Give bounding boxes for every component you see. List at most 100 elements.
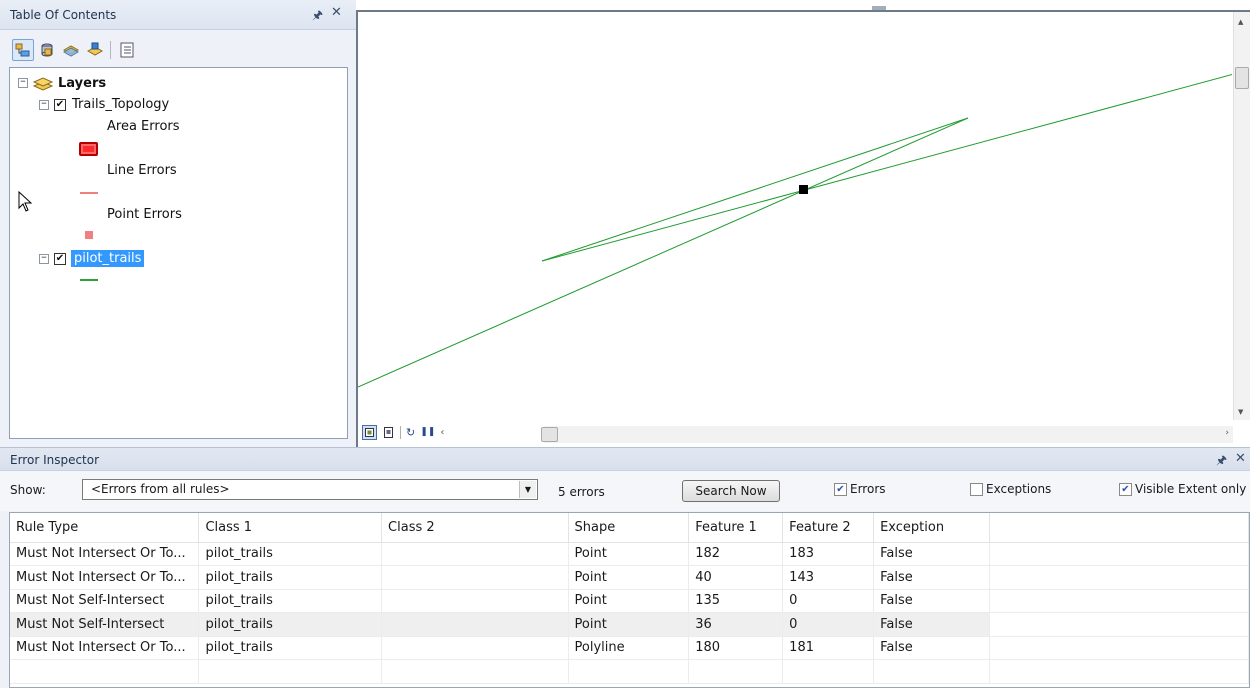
close-icon[interactable]: ✕ [331, 5, 342, 20]
collapse-icon[interactable]: − [39, 253, 49, 264]
cell-feature-1: 182 [688, 542, 784, 566]
horizontal-scroll-thumb[interactable] [541, 427, 558, 442]
layer-visibility-checkbox[interactable]: ✔ [54, 98, 66, 111]
show-rule-value: <Errors from all rules> [91, 482, 230, 496]
error-point-marker[interactable] [799, 185, 808, 194]
toc-title: Table Of Contents [10, 8, 117, 22]
vertical-scroll-thumb[interactable] [1235, 67, 1249, 89]
error-table[interactable]: Rule Type Class 1 Class 2 Shape Feature … [9, 512, 1250, 688]
cell-rule-type: Must Not Self-Intersect [10, 612, 200, 637]
cell-rule-type: Must Not Intersect Or To... [10, 565, 200, 590]
toolbar-separator [400, 425, 401, 439]
chevron-down-icon[interactable]: ▼ [519, 481, 536, 498]
exceptions-toggle[interactable]: Exceptions [970, 482, 1051, 496]
show-rule-select[interactable]: <Errors from all rules> ▼ [82, 479, 538, 500]
toc-toolbar [9, 36, 354, 66]
cell-feature-2: 181 [782, 636, 875, 660]
column-header-shape[interactable]: Shape [568, 513, 690, 543]
cell-class-2 [381, 636, 569, 660]
cell-feature-2: 0 [782, 589, 875, 613]
cell-class-2 [381, 542, 569, 566]
line-error-symbol [80, 192, 98, 194]
cell-exception: False [873, 542, 990, 566]
trail-line[interactable] [358, 117, 969, 388]
table-row-empty [10, 659, 1250, 684]
table-row[interactable]: Must Not Self-Intersect pilot_trails Poi… [10, 589, 1250, 613]
column-header-feature-2[interactable]: Feature 2 [782, 513, 875, 543]
data-view-icon[interactable] [362, 424, 377, 440]
layer-visibility-checkbox[interactable]: ✔ [54, 252, 66, 265]
collapse-icon[interactable]: − [18, 78, 28, 88]
table-row[interactable]: Must Not Intersect Or To... pilot_trails… [10, 565, 1250, 590]
tree-item-pilot-trails[interactable]: − ✔ pilot_trails [39, 250, 145, 267]
pause-icon[interactable]: ❚❚ [420, 427, 435, 437]
options-icon[interactable] [116, 39, 138, 61]
show-label: Show: [10, 483, 46, 497]
cell-rule-type: Must Not Intersect Or To... [10, 636, 200, 660]
error-inspector-title-bar: Error Inspector 🖈︎ ✕ [0, 447, 1250, 471]
pin-icon[interactable]: 🖈︎ [312, 6, 323, 27]
map-canvas[interactable] [358, 12, 1232, 420]
cell-exception: False [873, 589, 990, 613]
table-row[interactable]: Must Not Self-Intersect pilot_trails Poi… [10, 612, 1250, 637]
tree-item-layers[interactable]: − Layers [18, 75, 106, 91]
horizontal-scrollbar[interactable]: › [541, 426, 1233, 443]
collapse-icon[interactable]: − [39, 99, 49, 110]
area-errors-label: Area Errors [107, 119, 180, 134]
column-header-feature-1[interactable]: Feature 1 [688, 513, 784, 543]
cell-class-1: pilot_trails [198, 542, 383, 566]
list-by-drawing-order-icon[interactable] [12, 39, 34, 61]
errors-label: Errors [850, 482, 886, 496]
visible-extent-label: Visible Extent only [1135, 482, 1247, 496]
list-by-source-icon[interactable] [36, 39, 58, 61]
visible-extent-toggle[interactable]: ✔ Visible Extent only [1119, 482, 1246, 496]
error-inspector-title: Error Inspector [10, 453, 100, 467]
list-by-visibility-icon[interactable] [60, 39, 82, 61]
layout-view-icon[interactable] [382, 426, 395, 439]
toolbar-separator [110, 41, 111, 59]
scroll-down-icon[interactable]: ▼ [1238, 408, 1243, 416]
point-error-symbol [85, 231, 93, 239]
column-header-rule-type[interactable]: Rule Type [10, 513, 200, 543]
cell-class-2 [381, 589, 569, 613]
cell-rule-type: Must Not Self-Intersect [10, 589, 200, 613]
trail-line[interactable] [541, 74, 1232, 262]
search-now-button[interactable]: Search Now [682, 480, 780, 502]
map-view[interactable]: ▲ ▼ ↻ ❚❚ ‹ › [356, 10, 1250, 447]
exceptions-checkbox[interactable] [970, 482, 983, 496]
table-row[interactable]: Must Not Intersect Or To... pilot_trails… [10, 542, 1250, 566]
column-header-empty [989, 513, 1250, 543]
point-errors-label: Point Errors [107, 207, 182, 222]
scroll-left-icon[interactable]: ‹ [440, 427, 444, 438]
close-icon[interactable]: ✕ [1235, 451, 1246, 466]
column-header-exception[interactable]: Exception [873, 513, 990, 543]
cell-empty [989, 612, 1250, 637]
cell-feature-1: 180 [688, 636, 784, 660]
cell-empty [989, 542, 1250, 566]
errors-checkbox[interactable]: ✔ [834, 482, 847, 496]
map-view-toolbar: ↻ ❚❚ ‹ [362, 423, 542, 441]
list-by-selection-icon[interactable] [84, 39, 106, 61]
cell-empty [989, 565, 1250, 590]
vertical-scrollbar[interactable]: ▲ ▼ [1233, 12, 1250, 420]
visible-extent-checkbox[interactable]: ✔ [1119, 482, 1132, 496]
table-row[interactable]: Must Not Intersect Or To... pilot_trails… [10, 636, 1250, 660]
refresh-icon[interactable]: ↻ [406, 426, 415, 439]
cell-class-2 [381, 612, 569, 637]
line-errors-label: Line Errors [107, 163, 177, 178]
scroll-up-icon[interactable]: ▲ [1238, 18, 1243, 26]
layers-icon [33, 77, 53, 91]
column-header-class-1[interactable]: Class 1 [198, 513, 383, 543]
column-header-class-2[interactable]: Class 2 [381, 513, 569, 543]
cell-empty [989, 636, 1250, 660]
tree-item-trails-topology[interactable]: − ✔ Trails_Topology [39, 97, 169, 112]
cell-shape: Point [568, 589, 690, 613]
trail-line[interactable] [541, 117, 969, 262]
cell-feature-2: 0 [782, 612, 875, 637]
errors-toggle[interactable]: ✔ Errors [834, 482, 886, 496]
cell-rule-type: Must Not Intersect Or To... [10, 542, 200, 566]
cell-feature-1: 135 [688, 589, 784, 613]
splitter-grip[interactable] [872, 6, 886, 10]
scroll-right-icon[interactable]: › [1225, 428, 1229, 438]
pin-icon[interactable]: 🖈︎ [1216, 451, 1227, 472]
